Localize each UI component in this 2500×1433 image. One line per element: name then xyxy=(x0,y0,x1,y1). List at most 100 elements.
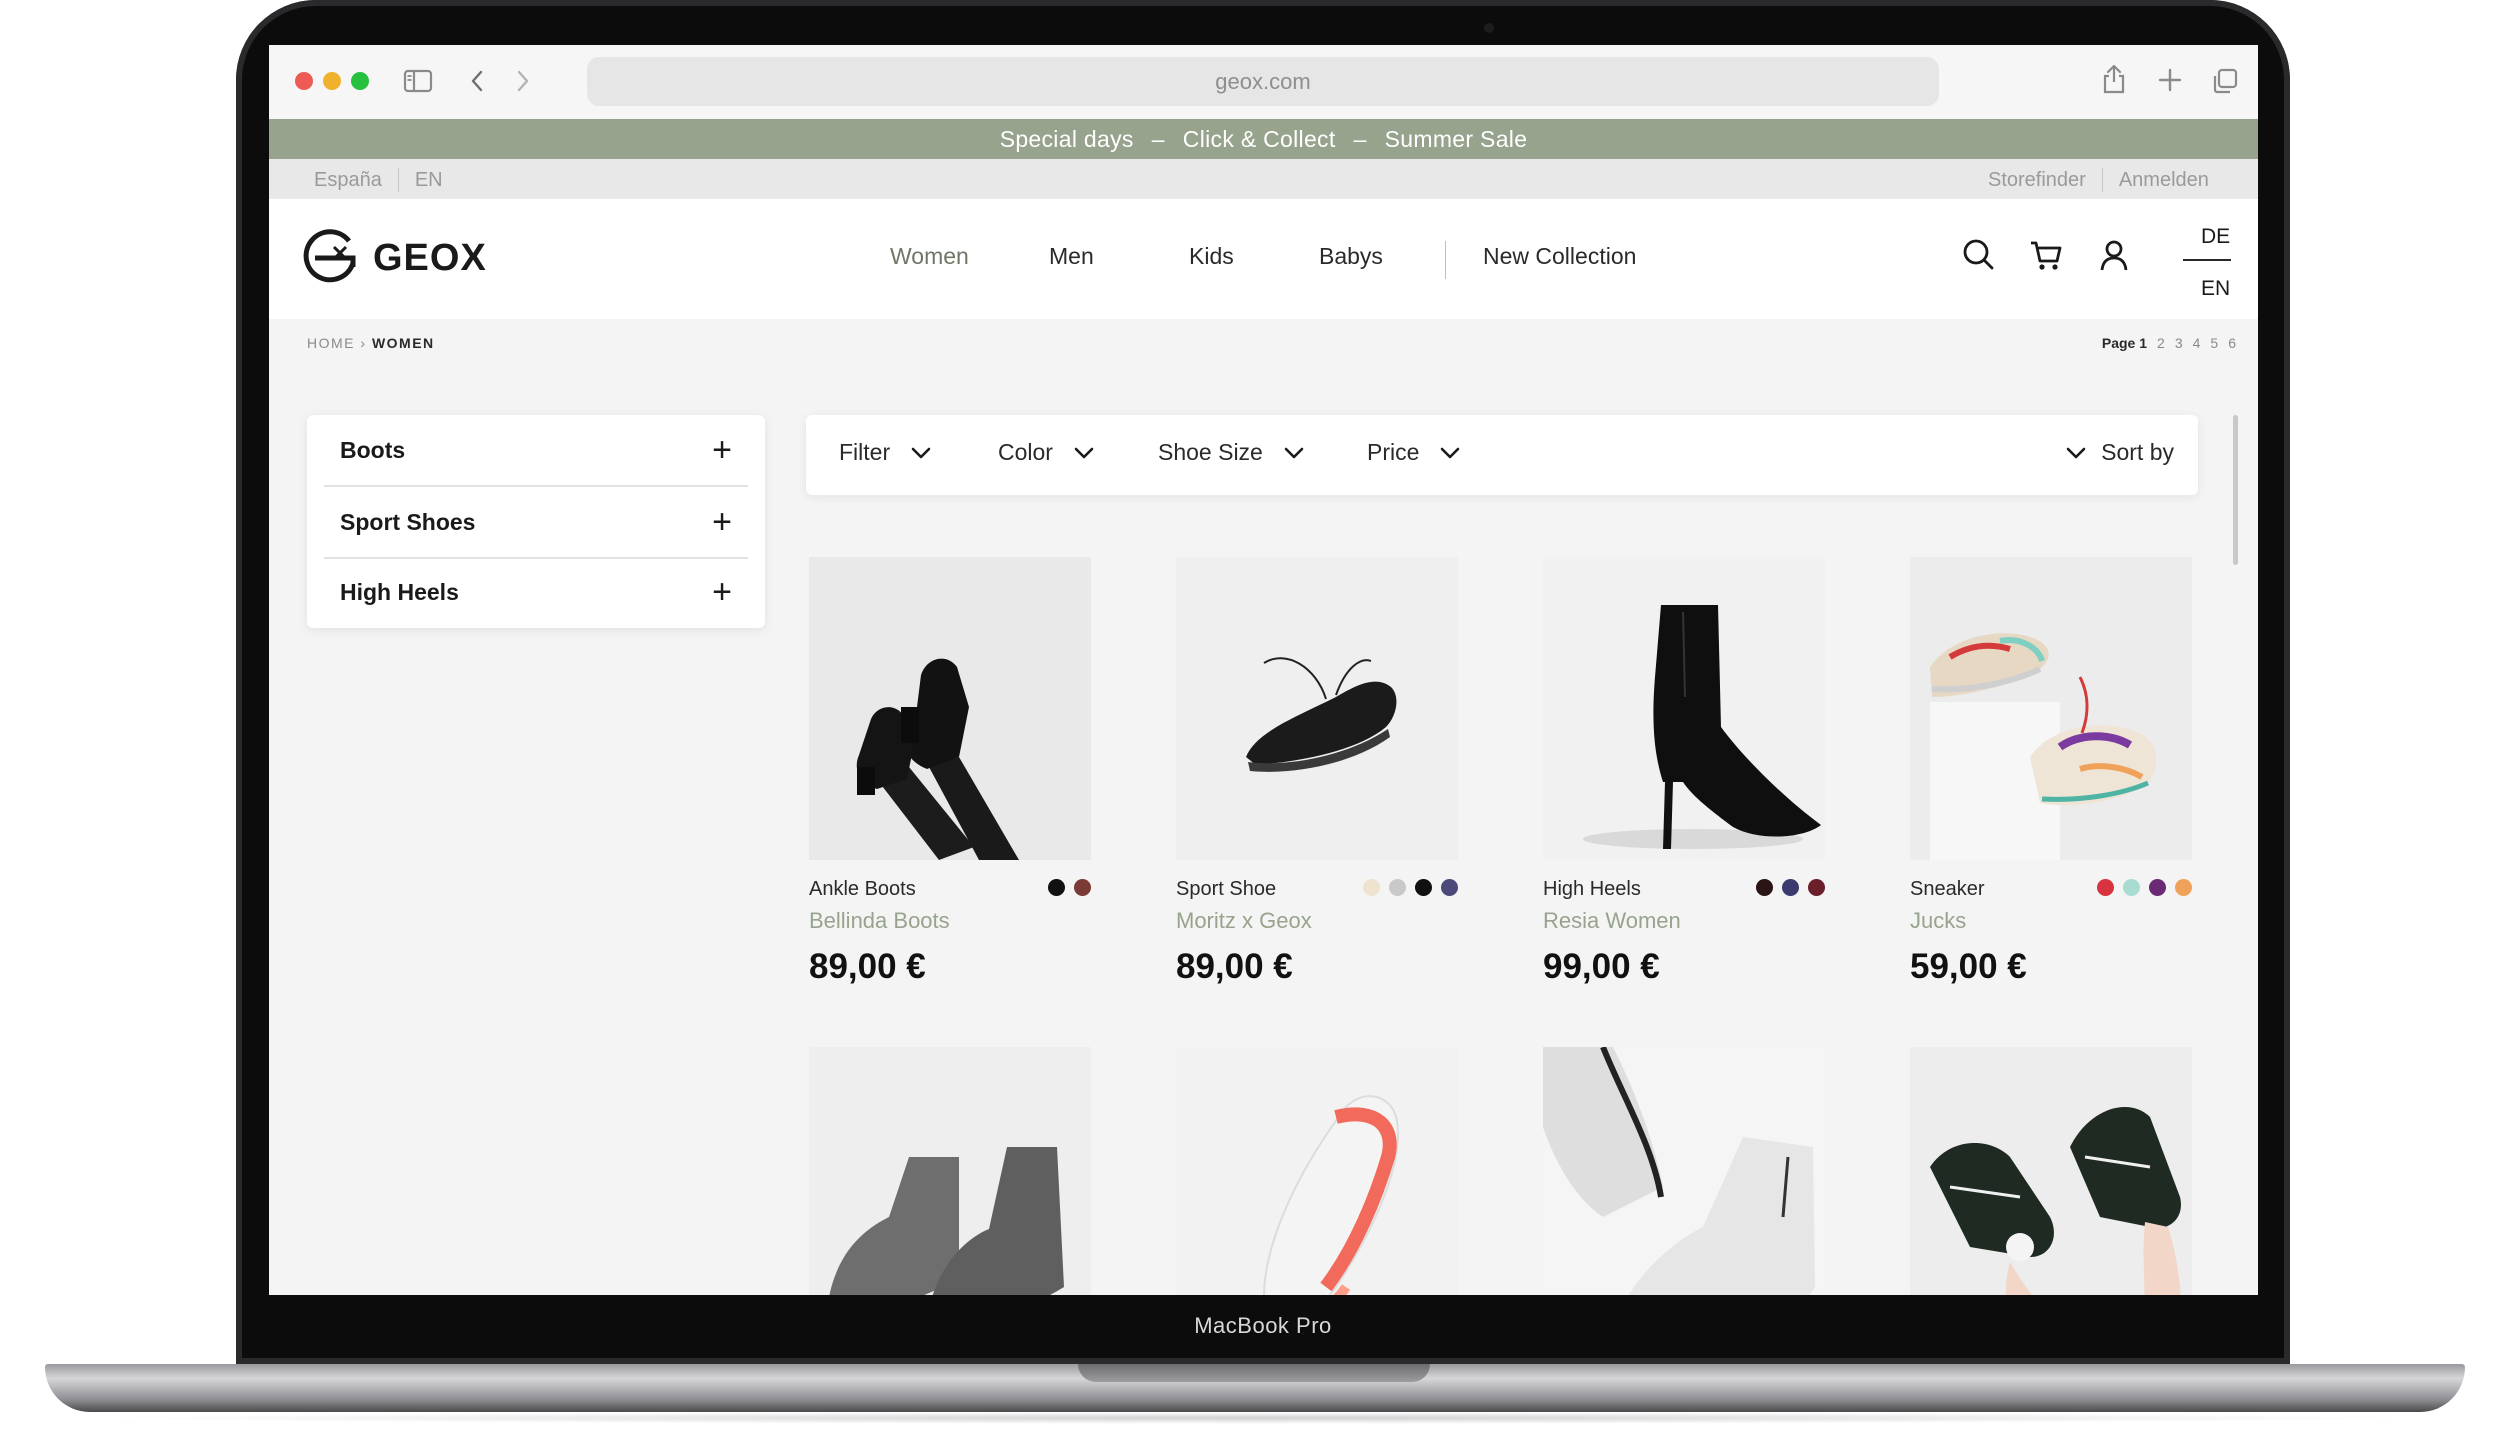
product-image-high-heels[interactable] xyxy=(1543,557,1825,860)
product-image-sneaker[interactable] xyxy=(1910,557,2192,860)
breadcrumb-current: WOMEN xyxy=(371,335,435,351)
language-selector[interactable]: EN xyxy=(415,169,443,192)
color-swatch[interactable] xyxy=(1363,879,1380,896)
color-swatch[interactable] xyxy=(1808,879,1825,896)
chevron-down-icon xyxy=(1074,447,1094,458)
product-image-canvas-sneakers[interactable] xyxy=(1910,1047,2192,1295)
filter-label: Color xyxy=(998,439,1053,465)
brand-name: GEOX xyxy=(373,236,487,279)
running-shoe-image xyxy=(1176,1047,1458,1295)
shoe-size-dropdown[interactable]: Shoe Size xyxy=(1158,439,1305,466)
color-swatch[interactable] xyxy=(1782,879,1799,896)
color-swatches xyxy=(2097,879,2192,896)
search-icon[interactable] xyxy=(1961,237,1995,273)
product-image-ankle-boots[interactable] xyxy=(809,557,1091,860)
sidebar-item-high-heels[interactable]: High Heels + xyxy=(324,557,748,627)
product-category: Sport Shoe xyxy=(1176,878,1277,900)
storefinder-link[interactable]: Storefinder xyxy=(1988,169,2086,192)
color-dropdown[interactable]: Color xyxy=(998,439,1095,466)
laptop-notch xyxy=(1078,1364,1430,1382)
tab-overview-icon[interactable] xyxy=(2211,67,2239,95)
site-header: GEOX Women Men Kids Babys New Collection… xyxy=(269,199,2258,319)
expand-plus-icon[interactable]: + xyxy=(712,505,732,539)
color-swatches xyxy=(1756,879,1825,896)
color-swatches xyxy=(1363,879,1458,896)
nav-men[interactable]: Men xyxy=(1049,243,1094,270)
filter-label: Price xyxy=(1367,439,1420,465)
white-boots-image xyxy=(1543,1047,1825,1295)
page-scrollbar[interactable] xyxy=(2233,415,2238,565)
divider xyxy=(397,168,399,192)
lang-divider xyxy=(2183,259,2231,261)
breadcrumb-home[interactable]: HOME xyxy=(307,335,355,351)
product-image-running-shoe[interactable] xyxy=(1176,1047,1458,1295)
product-image-grey-boots[interactable] xyxy=(809,1047,1091,1295)
lang-en[interactable]: EN xyxy=(2201,277,2230,301)
lang-de[interactable]: DE xyxy=(2201,225,2230,249)
laptop-shadow xyxy=(80,1412,2430,1424)
maximize-window-button[interactable] xyxy=(351,72,369,90)
sneaker-image xyxy=(1910,557,2192,860)
login-link[interactable]: Anmelden xyxy=(2119,169,2209,192)
account-icon[interactable] xyxy=(2097,237,2131,273)
ankle-boots-image xyxy=(809,557,1091,860)
color-swatch[interactable] xyxy=(1441,879,1458,896)
sidebar-item-sport-shoes[interactable]: Sport Shoes + xyxy=(324,487,748,557)
product-category: Ankle Boots xyxy=(809,878,916,900)
address-bar[interactable]: geox.com xyxy=(587,57,1939,106)
nav-divider xyxy=(1445,241,1446,279)
page-link[interactable]: 3 xyxy=(2175,335,2183,351)
product-image-sport-shoe[interactable] xyxy=(1176,557,1458,860)
nav-babys[interactable]: Babys xyxy=(1319,243,1383,270)
expand-plus-icon[interactable]: + xyxy=(712,575,732,609)
breadcrumb: HOME › WOMEN xyxy=(307,335,435,351)
brand-logo[interactable]: GEOX xyxy=(303,227,487,289)
sidebar-toggle-icon[interactable] xyxy=(403,69,433,93)
color-swatch[interactable] xyxy=(2175,879,2192,896)
sort-label: Sort by xyxy=(2101,439,2174,465)
filter-label: Filter xyxy=(839,439,891,465)
price-dropdown[interactable]: Price xyxy=(1367,439,1461,466)
product-name[interactable]: Moritz x Geox xyxy=(1176,908,1312,934)
nav-women[interactable]: Women xyxy=(890,243,969,270)
cart-icon[interactable] xyxy=(2029,237,2063,273)
sort-dropdown[interactable]: Sort by xyxy=(2065,439,2174,466)
color-swatch[interactable] xyxy=(1048,879,1065,896)
color-swatch[interactable] xyxy=(2149,879,2166,896)
page-link[interactable]: 6 xyxy=(2228,335,2236,351)
sidebar-item-boots[interactable]: Boots + xyxy=(324,415,748,485)
product-image-white-boots[interactable] xyxy=(1543,1047,1825,1295)
forward-icon[interactable] xyxy=(515,69,531,93)
category-sidebar: Boots + Sport Shoes + High Heels + xyxy=(307,415,765,628)
expand-plus-icon[interactable]: + xyxy=(712,433,732,467)
minimize-window-button[interactable] xyxy=(323,72,341,90)
share-icon[interactable] xyxy=(2101,63,2127,95)
color-swatch[interactable] xyxy=(1756,879,1773,896)
promo-summer-sale[interactable]: Summer Sale xyxy=(1385,126,1528,153)
product-category: Sneaker xyxy=(1910,878,1985,900)
filter-dropdown[interactable]: Filter xyxy=(839,439,932,466)
color-swatch[interactable] xyxy=(2097,879,2114,896)
device-label: MacBook Pro xyxy=(1194,1313,1332,1338)
color-swatch[interactable] xyxy=(1415,879,1432,896)
product-name[interactable]: Jucks xyxy=(1910,908,1966,934)
page-link[interactable]: 4 xyxy=(2193,335,2201,351)
region-selector[interactable]: España xyxy=(314,169,382,192)
close-window-button[interactable] xyxy=(295,72,313,90)
product-name[interactable]: Bellinda Boots xyxy=(809,908,950,934)
color-swatch[interactable] xyxy=(1074,879,1091,896)
promo-click-collect[interactable]: Click & Collect xyxy=(1183,126,1336,153)
product-name[interactable]: Resia Women xyxy=(1543,908,1681,934)
camera-icon xyxy=(1484,23,1494,33)
pagination: Page 1 2 3 4 5 6 xyxy=(2102,335,2236,351)
page-link[interactable]: 2 xyxy=(2157,335,2165,351)
page-link[interactable]: 5 xyxy=(2210,335,2218,351)
back-icon[interactable] xyxy=(469,69,485,93)
nav-new-collection[interactable]: New Collection xyxy=(1483,243,1636,270)
nav-kids[interactable]: Kids xyxy=(1189,243,1234,270)
color-swatch[interactable] xyxy=(2123,879,2140,896)
color-swatch[interactable] xyxy=(1389,879,1406,896)
chevron-down-icon xyxy=(1284,447,1304,458)
promo-special-days[interactable]: Special days xyxy=(1000,126,1134,153)
new-tab-icon[interactable] xyxy=(2157,67,2183,93)
